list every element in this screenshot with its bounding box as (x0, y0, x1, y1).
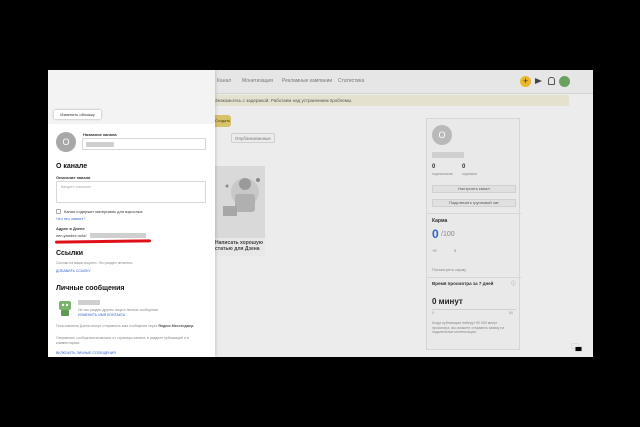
channel-name-label: Название канала (83, 132, 117, 137)
karma-change: +0 (432, 248, 437, 253)
nav-ad-campaigns[interactable]: Рекламные кампании (282, 78, 332, 84)
tab-published[interactable]: Опубликованные (231, 133, 275, 143)
karma-value: 0 (432, 227, 439, 241)
subscribers-label: подписчиков (432, 172, 453, 176)
send-icon[interactable] (535, 78, 542, 84)
links-hint: Ссылки на ваши соцсети. Это раздел читат… (56, 261, 134, 265)
subscriptions-label: подписки (462, 172, 477, 176)
about-heading: О канале (56, 163, 88, 170)
channel-name-blurred (432, 152, 464, 158)
article-illustration-icon (223, 178, 260, 216)
karma-title: Карма (432, 218, 448, 224)
article-image (215, 166, 265, 238)
channel-name-input[interactable] (82, 138, 206, 150)
change-cover-button[interactable]: Изменить обложку (54, 110, 101, 119)
avatar[interactable] (559, 76, 570, 87)
article-title: Написать хорошую статью для Дзена (215, 240, 264, 252)
connect-chat-button[interactable]: Подключить групповой чат (432, 199, 516, 207)
watch-progress-bar (432, 309, 516, 310)
nav-channel[interactable]: Канал (217, 78, 231, 84)
messenger-name: Яндекс.Мессенджер. (158, 324, 195, 328)
browser-screen: Канал Монетизация Рекламные кампании Ста… (48, 70, 593, 357)
links-heading: Ссылки (56, 250, 84, 257)
add-link-button[interactable]: ДОБАВИТЬ ССЫЛКУ (56, 269, 91, 273)
channel-summary-card: О 0 подписчиков 0 подписки Настроить кан… (426, 118, 521, 350)
description-input[interactable]: Введите описание (56, 181, 206, 203)
karma-count: 0 (454, 248, 457, 253)
watch-time-value: 0 минут (432, 297, 463, 306)
adult-content-label: Канал содержит материалы для взрослых (64, 209, 143, 214)
contact-name-blurred (78, 300, 100, 305)
create-button[interactable]: Создать (215, 115, 231, 127)
channel-avatar: О (432, 125, 452, 145)
karma-link[interactable]: Посмотреть карму (432, 267, 466, 272)
description-label: Описание канала (56, 175, 91, 180)
plus-icon[interactable]: + (520, 76, 531, 87)
chat-bubbles-icon[interactable] (571, 340, 583, 352)
robot-icon (56, 298, 74, 318)
messages-hint: Не нас раздел другим лица в личные сообщ… (78, 308, 158, 312)
adult-content-checkbox[interactable] (56, 209, 61, 214)
status-banner: Знакомьтесь с задержкой. Работаем над ус… (215, 95, 569, 106)
messages-heading: Личные сообщения (56, 285, 125, 292)
address-value[interactable]: zen.yandex.ru/id/ (56, 233, 86, 238)
channel-name-value-blurred (86, 142, 114, 147)
watch-max: 50 (509, 311, 513, 315)
watch-time-title: Время просмотра за 7 дней (432, 281, 494, 286)
watch-time-description: Когда публикации наберут 50 000 минут пр… (432, 321, 505, 334)
subscriptions-count: 0 (462, 164, 466, 170)
messages-description-text: Пользователи Дзена смогут отправлять вам… (56, 324, 158, 328)
settings-channel-button[interactable]: Настроить канал (432, 185, 516, 193)
watch-min: 0 (432, 311, 434, 315)
address-label: Адрес в Дзене (56, 226, 85, 231)
top-navigation-bar: Канал Монетизация Рекламные кампании Ста… (215, 70, 593, 94)
divider (427, 277, 521, 278)
address-id-blurred (90, 233, 146, 238)
bell-icon[interactable] (548, 77, 555, 85)
red-underline-annotation (54, 239, 152, 244)
create-label: Создать (215, 118, 231, 123)
info-icon[interactable]: ⓘ (511, 280, 516, 287)
article-card[interactable]: Написать хорошую статью для Дзена (215, 166, 265, 256)
karma-total: /100 (441, 231, 455, 238)
nav-statistics[interactable]: Статистика (338, 78, 364, 84)
change-contact-name-link[interactable]: ИЗМЕНИТЬ ИМЯ КОНТАКТА (78, 313, 125, 317)
nav-monetization[interactable]: Монетизация (242, 78, 273, 84)
messages-description: Пользователи Дзена смогут отправлять вам… (56, 324, 206, 329)
channel-avatar[interactable]: О (56, 132, 76, 152)
description-placeholder: Введите описание (61, 185, 91, 189)
subscribers-count: 0 (432, 164, 436, 170)
channel-settings-panel: Изменить обложку О Название канала О кан… (48, 70, 215, 357)
divider (427, 213, 521, 214)
enable-messages-button[interactable]: ВКЛЮЧИТЬ ЛИЧНЫЕ СООБЩЕНИЯ (56, 351, 116, 355)
messages-description-2: Отправлять сообщения возможно со страниц… (56, 336, 189, 345)
what-is-it-link[interactable]: Что это значит? (56, 216, 85, 221)
